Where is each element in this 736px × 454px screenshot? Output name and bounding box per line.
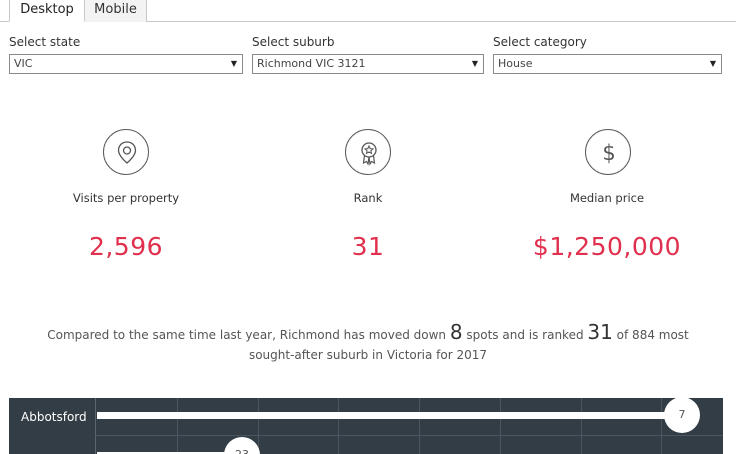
summary-text-2: spots and is ranked bbox=[462, 328, 588, 342]
dollar-icon: $ bbox=[585, 129, 631, 175]
chart-gridline bbox=[419, 398, 420, 454]
summary-text-3: of 884 most bbox=[612, 328, 689, 342]
moved-spots-value: 8 bbox=[449, 320, 463, 344]
summary-line-1: Compared to the same time last year, Ric… bbox=[20, 320, 716, 344]
chart-gridline bbox=[258, 398, 259, 454]
rank-inline-value: 31 bbox=[587, 320, 613, 344]
tab-bar: Desktop Mobile bbox=[0, 0, 736, 22]
tab-desktop[interactable]: Desktop bbox=[9, 0, 85, 22]
chart-gridline bbox=[661, 398, 662, 454]
summary-line-2: sought-after suburb in Victoria for 2017 bbox=[248, 348, 488, 362]
state-filter-label: Select state bbox=[9, 35, 81, 49]
tab-mobile[interactable]: Mobile bbox=[85, 0, 147, 22]
summary-text-1: Compared to the same time last year, Ric… bbox=[47, 328, 450, 342]
suburb-ranking-chart: Abbotsford 7 23 bbox=[9, 398, 723, 454]
chart-gridline bbox=[95, 435, 723, 436]
category-select-value: House bbox=[498, 57, 533, 70]
state-select-value: VIC bbox=[14, 57, 33, 70]
suburb-select-value: Richmond VIC 3121 bbox=[257, 57, 366, 70]
award-ribbon-icon bbox=[345, 129, 391, 175]
svg-text:$: $ bbox=[602, 141, 615, 165]
rank-label: Rank bbox=[353, 191, 383, 205]
suburb-filter-label: Select suburb bbox=[252, 35, 335, 49]
chart-gridline bbox=[581, 398, 582, 454]
rank-bubble: 7 bbox=[664, 398, 700, 433]
chevron-down-icon: ▼ bbox=[709, 59, 716, 68]
visits-per-property-label: Visits per property bbox=[72, 191, 180, 205]
rank-bubble: 23 bbox=[224, 437, 260, 454]
location-pin-icon bbox=[103, 129, 149, 175]
category-select[interactable]: House ▼ bbox=[493, 54, 722, 74]
state-select[interactable]: VIC ▼ bbox=[9, 54, 243, 74]
chart-label-column bbox=[9, 398, 96, 454]
rank-bar bbox=[97, 412, 682, 419]
rank-value: 31 bbox=[351, 232, 385, 261]
chevron-down-icon: ▼ bbox=[471, 59, 478, 68]
chart-gridline bbox=[177, 398, 178, 454]
suburb-select[interactable]: Richmond VIC 3121 ▼ bbox=[252, 54, 484, 74]
category-filter-label: Select category bbox=[493, 35, 587, 49]
chevron-down-icon: ▼ bbox=[230, 59, 237, 68]
chart-gridline bbox=[500, 398, 501, 454]
median-price-value: $1,250,000 bbox=[532, 232, 682, 261]
median-price-label: Median price bbox=[569, 191, 645, 205]
chart-gridline bbox=[338, 398, 339, 454]
chart-row-label: Abbotsford bbox=[21, 410, 87, 424]
visits-per-property-value: 2,596 bbox=[88, 232, 164, 261]
